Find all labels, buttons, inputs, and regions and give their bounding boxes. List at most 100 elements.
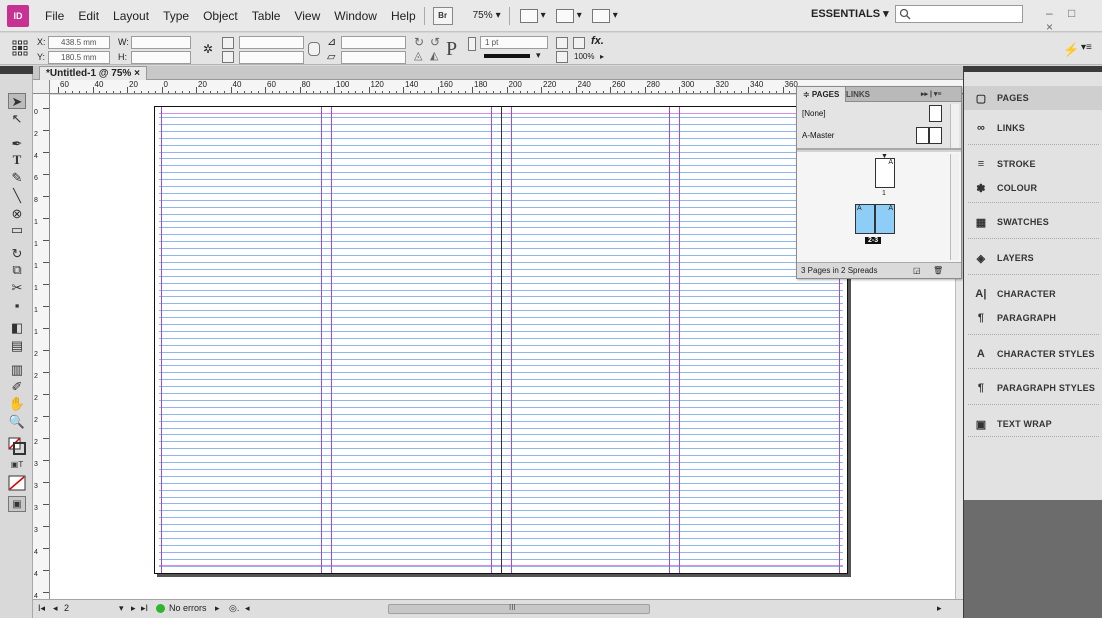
menu-view[interactable]: View [294, 9, 320, 23]
dock-item-character-styles[interactable]: A CHARACTER STYLES [964, 342, 1102, 366]
screen-mode-icon[interactable]: ▣ [8, 496, 26, 512]
menu-object[interactable]: Object [203, 9, 238, 23]
shear-field[interactable] [341, 51, 406, 64]
x-position-field[interactable]: 438.5 mm [48, 36, 110, 49]
dock-item-swatches[interactable]: ▦ SWATCHES [964, 210, 1102, 234]
effects-icon[interactable]: fx. [591, 35, 604, 47]
view-options-icon[interactable] [519, 8, 538, 23]
dock-item-paragraph-styles[interactable]: ¶ PARAGRAPH STYLES [964, 376, 1102, 400]
tab-pages[interactable]: ≑ PAGES [797, 87, 847, 102]
rotation-field[interactable] [341, 36, 406, 49]
page-1-thumbnail[interactable]: A [875, 158, 895, 188]
horizontal-scrollbar-thumb[interactable]: III [388, 603, 650, 614]
delete-page-icon[interactable]: 🗑 [933, 263, 943, 279]
last-page-icon[interactable]: ▸I [141, 603, 148, 614]
new-page-icon[interactable]: ◲ [913, 263, 921, 279]
pencil-tool-icon[interactable]: ✎ [8, 170, 26, 186]
quick-apply-icon[interactable]: ⚡ [1063, 42, 1079, 58]
page-spread[interactable] [154, 106, 848, 574]
preflight-menu-icon[interactable]: ▸ [215, 603, 220, 614]
dock-item-pages[interactable]: ▢ PAGES [964, 86, 1102, 110]
menu-file[interactable]: File [45, 9, 64, 23]
page-number-field[interactable]: 2 [64, 603, 69, 613]
chevron-down-icon[interactable]: ▾ [613, 10, 618, 21]
next-page-icon[interactable]: ▸ [131, 603, 136, 614]
master-none-label[interactable]: [None] [802, 109, 826, 118]
dock-item-text-wrap[interactable]: ▣ TEXT WRAP [964, 412, 1102, 436]
master-none-thumbnail[interactable] [929, 105, 942, 122]
rectangle-frame-tool-icon[interactable]: ⊗ [8, 206, 26, 222]
menu-window[interactable]: Window [334, 9, 377, 23]
dock-item-paragraph[interactable]: ¶ PARAGRAPH [964, 306, 1102, 330]
scroll-left-icon[interactable]: ◂ [245, 603, 250, 614]
line-tool-icon[interactable]: ╲ [8, 188, 26, 204]
chevron-down-icon[interactable]: ▾ [577, 10, 582, 21]
page-2-thumbnail[interactable]: A [855, 204, 875, 234]
scale-x-icon[interactable] [222, 37, 234, 49]
scale-y-field[interactable] [239, 51, 304, 64]
vertical-ruler[interactable]: 02468111111222223333444 [33, 94, 50, 599]
panel-menu-icon[interactable]: ▸▸ | ▾≡ [915, 87, 947, 102]
rotate-ccw-icon[interactable]: ↺ [430, 35, 440, 49]
scissors-tool-icon[interactable]: ✂ [8, 280, 26, 296]
fill-stroke-swatch-icon[interactable] [8, 437, 26, 455]
menu-layout[interactable]: Layout [113, 9, 149, 23]
screen-mode-icon[interactable] [555, 8, 574, 23]
dock-item-character[interactable]: A| CHARACTER [964, 282, 1102, 306]
apply-none-icon[interactable] [8, 475, 26, 491]
page-3-thumbnail[interactable]: A [875, 204, 895, 234]
gradient-swatch-tool-icon[interactable]: ▪ [8, 298, 26, 314]
scroll-right-icon[interactable]: ▸ [937, 603, 942, 614]
masters-scrollbar[interactable] [950, 104, 959, 148]
window-controls[interactable]: – □ × [1046, 6, 1102, 34]
formatting-affects-icon[interactable]: ▣T [8, 457, 26, 473]
zoom-level[interactable]: 75% [473, 10, 493, 21]
fill-icon[interactable] [556, 37, 568, 49]
ruler-origin[interactable] [33, 80, 50, 94]
a-master-left-thumbnail[interactable] [916, 127, 929, 144]
document-tab[interactable]: *Untitled-1 @ 75% × [39, 66, 147, 80]
type-tool-icon[interactable]: T [8, 152, 26, 168]
workspace-switcher[interactable]: ESSENTIALS ▾ [811, 7, 889, 20]
y-position-field[interactable]: 180.5 mm [48, 51, 110, 64]
stroke-weight-stepper-icon[interactable] [468, 37, 476, 51]
open-file-icon[interactable]: ◎. [229, 603, 239, 614]
pages-scrollbar[interactable] [950, 154, 959, 260]
selection-tool-icon[interactable]: ➤ [8, 93, 26, 109]
menu-type[interactable]: Type [163, 9, 189, 23]
dock-item-stroke[interactable]: ≡ STROKE [964, 152, 1102, 176]
note-icon[interactable]: ▥ [8, 362, 26, 378]
rotate-tool-icon[interactable]: ↻ [8, 246, 26, 262]
free-transform-tool-icon[interactable]: ⧉ [8, 262, 26, 278]
chevron-right-icon[interactable]: ▸ [600, 52, 604, 61]
constrain-scale-icon[interactable] [308, 42, 320, 56]
menu-help[interactable]: Help [391, 9, 416, 23]
a-master-right-thumbnail[interactable] [929, 127, 942, 144]
shear-icon[interactable]: ▱ [327, 50, 335, 63]
pen-tool-icon[interactable]: ✒ [8, 136, 26, 152]
stroke-weight-field[interactable]: 1 pt [480, 36, 548, 49]
menu-edit[interactable]: Edit [78, 9, 99, 23]
menu-table[interactable]: Table [252, 9, 281, 23]
help-search-input[interactable] [895, 5, 1023, 23]
stroke-type-swatch[interactable] [484, 54, 530, 58]
dock-item-colour[interactable]: ✽ COLOUR [964, 176, 1102, 200]
direct-selection-tool-icon[interactable]: ↖ [8, 111, 26, 127]
scale-y-icon[interactable] [222, 51, 234, 63]
hand-tool-icon[interactable]: ✋ [8, 396, 26, 412]
arrange-documents-icon[interactable] [591, 8, 610, 23]
flip-horizontal-icon[interactable]: ◬ [414, 49, 422, 62]
eyedropper-tool-icon[interactable]: ✐ [8, 379, 26, 395]
chevron-down-icon[interactable]: ▾ [541, 10, 546, 21]
flip-vertical-icon[interactable]: ◭ [430, 49, 438, 62]
first-page-icon[interactable]: I◂ [38, 603, 45, 614]
width-field[interactable] [131, 36, 191, 49]
constrain-proportions-icon[interactable]: ✲ [203, 42, 213, 56]
reference-point-icon[interactable] [12, 40, 28, 56]
zoom-dropdown-icon[interactable]: ▾ [496, 10, 501, 21]
rectangle-tool-icon[interactable]: ▭ [8, 222, 26, 238]
panel-menu-icon[interactable]: ▾≡ [1081, 42, 1092, 53]
tab-links[interactable]: LINKS [840, 87, 876, 102]
opacity-value[interactable]: 100% [574, 52, 594, 61]
height-field[interactable] [131, 51, 191, 64]
